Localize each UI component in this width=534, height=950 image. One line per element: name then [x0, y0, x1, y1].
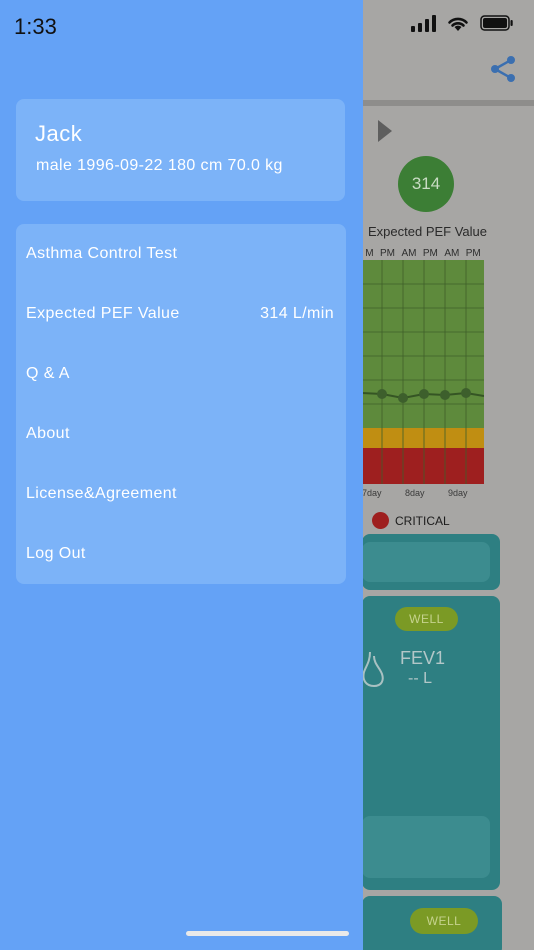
menu-item-label: About — [26, 425, 70, 442]
menu-item-expected-pef-value[interactable]: Expected PEF Value 314 L/min — [16, 284, 346, 344]
ampm-axis: M PM AM PM AM PM — [362, 248, 484, 259]
ampm-label: AM — [401, 248, 417, 259]
ampm-label: AM — [444, 248, 460, 259]
profile-name: Jack — [35, 121, 83, 146]
summary-card-inner — [362, 542, 490, 582]
pef-point — [440, 390, 450, 400]
menu-item-about[interactable]: About — [16, 404, 346, 464]
share-icon[interactable] — [488, 54, 518, 84]
menu-item-license-agreement[interactable]: License&Agreement — [16, 464, 346, 524]
header-divider — [362, 100, 534, 106]
fev1-card[interactable] — [362, 596, 500, 890]
summary-card[interactable] — [362, 534, 500, 590]
menu-item-log-out[interactable]: Log Out — [16, 524, 346, 584]
battery-icon — [480, 15, 513, 31]
home-indicator[interactable] — [186, 931, 349, 936]
menu-item-asthma-control-test[interactable]: Asthma Control Test — [16, 224, 346, 284]
ampm-label: PM — [465, 248, 481, 259]
pef-point — [461, 388, 471, 398]
legend-critical: CRITICAL — [372, 512, 450, 529]
menu-item-label: Q & A — [26, 365, 70, 382]
cellular-signal-icon — [411, 14, 436, 32]
well-badge: WELL — [395, 607, 458, 631]
ampm-label: PM — [422, 248, 438, 259]
lung-icon — [362, 651, 384, 688]
menu-card: Asthma Control Test Expected PEF Value 3… — [16, 224, 346, 584]
status-icons — [411, 14, 514, 32]
menu-item-label: Expected PEF Value — [26, 305, 180, 322]
ampm-label: PM — [380, 248, 395, 259]
fev1-value: -- L — [408, 670, 432, 687]
next-arrow-icon[interactable] — [378, 120, 392, 142]
profile-info: male 1996-09-22 180 cm 70.0 kg — [36, 157, 283, 174]
menu-item-value: 314 L/min — [260, 305, 334, 322]
pef-caption: Expected PEF Value — [368, 224, 487, 239]
menu-item-qa[interactable]: Q & A — [16, 344, 346, 404]
day-label: 7day — [362, 488, 382, 498]
legend-critical-label: CRITICAL — [395, 513, 450, 528]
pef-point — [377, 389, 387, 399]
well-badge: WELL — [410, 908, 478, 934]
ampm-label: M — [365, 248, 374, 259]
pef-chart — [362, 260, 484, 484]
pef-point — [419, 389, 429, 399]
menu-item-label: Asthma Control Test — [26, 245, 178, 262]
side-drawer: 1:33 Jack male 1996-09-22 180 cm 70.0 kg… — [0, 0, 363, 950]
day-label: 8day — [405, 488, 425, 498]
menu-item-label: Log Out — [26, 545, 86, 562]
wifi-icon — [448, 17, 468, 31]
fev1-label: FEV1 — [400, 648, 446, 668]
profile-card[interactable]: Jack male 1996-09-22 180 cm 70.0 kg — [16, 99, 345, 201]
status-time: 1:33 — [14, 14, 57, 39]
critical-dot-icon — [372, 512, 389, 529]
day-label: 9day — [448, 488, 468, 498]
menu-item-label: License&Agreement — [26, 485, 177, 502]
fev1-card-inner — [362, 816, 490, 878]
pef-point — [398, 393, 408, 403]
pef-value-circle: 314 — [398, 156, 454, 212]
